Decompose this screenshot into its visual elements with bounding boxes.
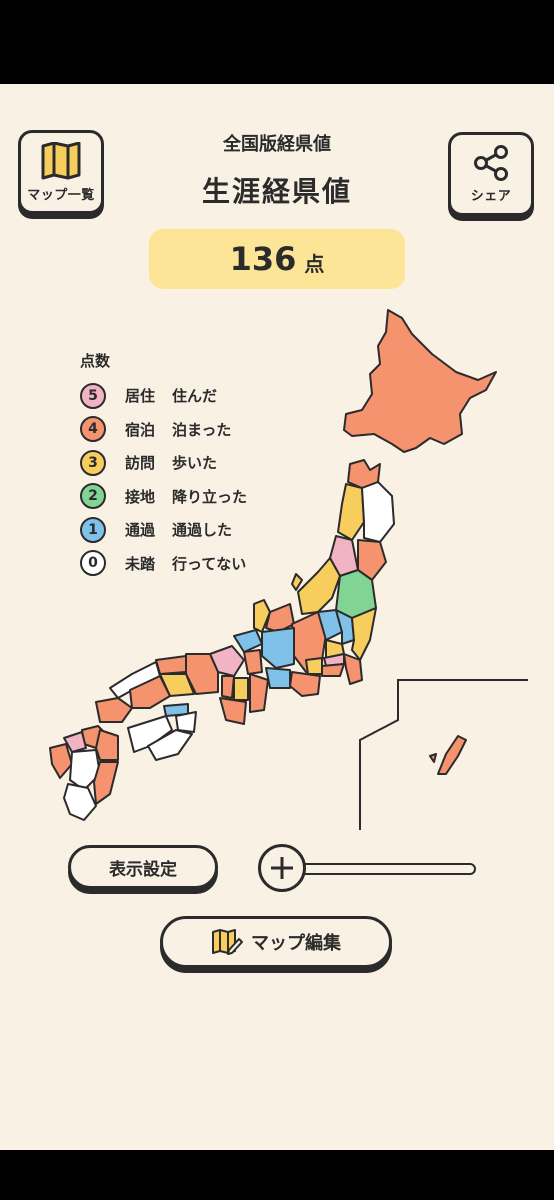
prefecture-tokushima: [175, 711, 197, 733]
prefecture-mie: [249, 673, 269, 713]
share-label: シェア: [470, 188, 512, 204]
prefecture-nara: [233, 677, 249, 701]
map-edit-label: マップ編集: [251, 933, 341, 954]
prefecture-gifu: [261, 627, 295, 669]
prefecture-okinawa: [437, 735, 467, 775]
display-settings-label: 表示設定: [109, 859, 177, 880]
score-value: 136: [229, 240, 297, 278]
prefecture-ibaraki: [351, 607, 377, 661]
score-display: 136 点: [149, 229, 405, 289]
plus-icon: [271, 857, 293, 879]
map-edit-button[interactable]: マップ編集: [160, 916, 392, 968]
map-edit-icon: [211, 929, 243, 955]
status-bar: [0, 0, 554, 84]
zoom-track[interactable]: [298, 863, 476, 875]
prefecture-niigata: [297, 557, 341, 615]
prefecture-fukui: [233, 629, 263, 653]
prefecture-nagasaki: [49, 743, 73, 779]
prefecture-oita: [95, 729, 119, 761]
prefecture-iwate: [361, 481, 395, 543]
prefecture-osaka: [221, 675, 235, 699]
okinawa-inset-border: [359, 679, 528, 830]
prefecture-kanagawa: [321, 663, 345, 677]
prefecture-aichi: [265, 667, 291, 689]
prefecture-kagoshima: [63, 783, 97, 821]
prefecture-yamanashi: [305, 657, 323, 675]
app-screen: マップ一覧 全国版経県値 生涯経県値 シェア 136 点 点数 5 居住 住んだ…: [0, 84, 554, 1150]
score-unit: 点: [304, 251, 325, 276]
prefecture-akita: [337, 483, 365, 541]
share-icon: [474, 144, 508, 181]
navigation-bar: [0, 1150, 554, 1200]
prefecture-sado: [291, 573, 303, 591]
prefecture-miyazaki: [93, 761, 119, 805]
prefecture-shizuoka: [289, 671, 321, 697]
prefecture-shiga: [243, 649, 263, 675]
prefecture-hokkaido: [343, 309, 497, 453]
display-settings-button[interactable]: 表示設定: [68, 845, 218, 889]
japan-prefecture-map[interactable]: [0, 300, 554, 830]
okinawa-small-island: [429, 753, 437, 763]
zoom-in-button[interactable]: [258, 844, 306, 892]
prefecture-wakayama: [219, 697, 247, 725]
zoom-slider[interactable]: [258, 844, 478, 892]
share-button[interactable]: シェア: [448, 132, 534, 216]
prefecture-yamaguchi: [95, 697, 133, 723]
prefecture-tottori: [155, 655, 187, 675]
